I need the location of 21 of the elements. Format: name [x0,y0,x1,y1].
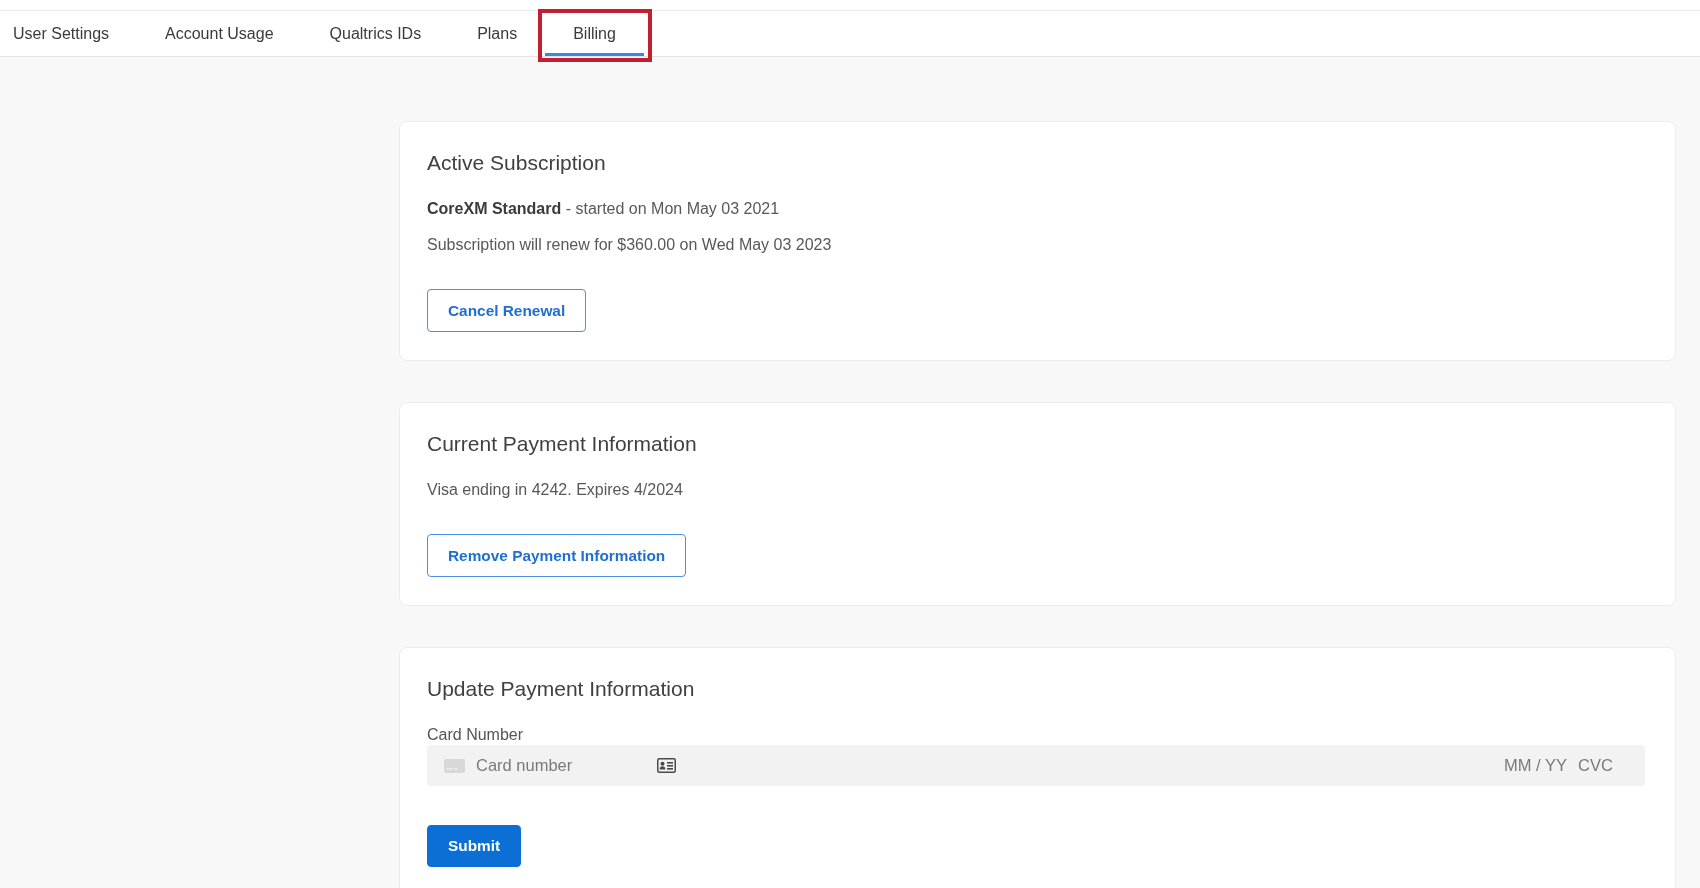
id-card-icon [657,758,676,773]
credit-card-icon [444,758,465,773]
expiry-input[interactable]: MM / YY [1504,755,1572,776]
field-label: Card Number [427,725,524,745]
card-title: Update Payment Information [427,677,695,701]
tab[interactable]: User Settings [13,11,138,56]
card-title: Current Payment Information [427,432,697,456]
cvc-input[interactable]: CVC [1578,755,1618,776]
tab[interactable]: Billing [545,11,644,56]
tab[interactable]: Qualtrics IDs [301,11,450,56]
outline-button[interactable]: Remove Payment Information [427,534,687,577]
tab[interactable]: Plans [449,11,546,56]
info-text: Subscription will renew for $360.00 on Wed May 03 2023 [427,235,832,255]
card-title: Active Subscription [427,151,606,175]
outline-button[interactable]: Cancel Renewal [427,289,587,332]
submit-button[interactable]: Submit [427,825,522,867]
tab[interactable]: Account Usage [137,11,302,56]
card-number-input[interactable]: Card number [476,755,626,776]
card-details-field[interactable]: Card number MM / YY CVC [427,745,1645,786]
info-text: Visa ending in 4242. Expires 4/2024 [427,480,683,500]
info-text: CoreXM Standard - started on Mon May 03 2021 [427,199,780,219]
